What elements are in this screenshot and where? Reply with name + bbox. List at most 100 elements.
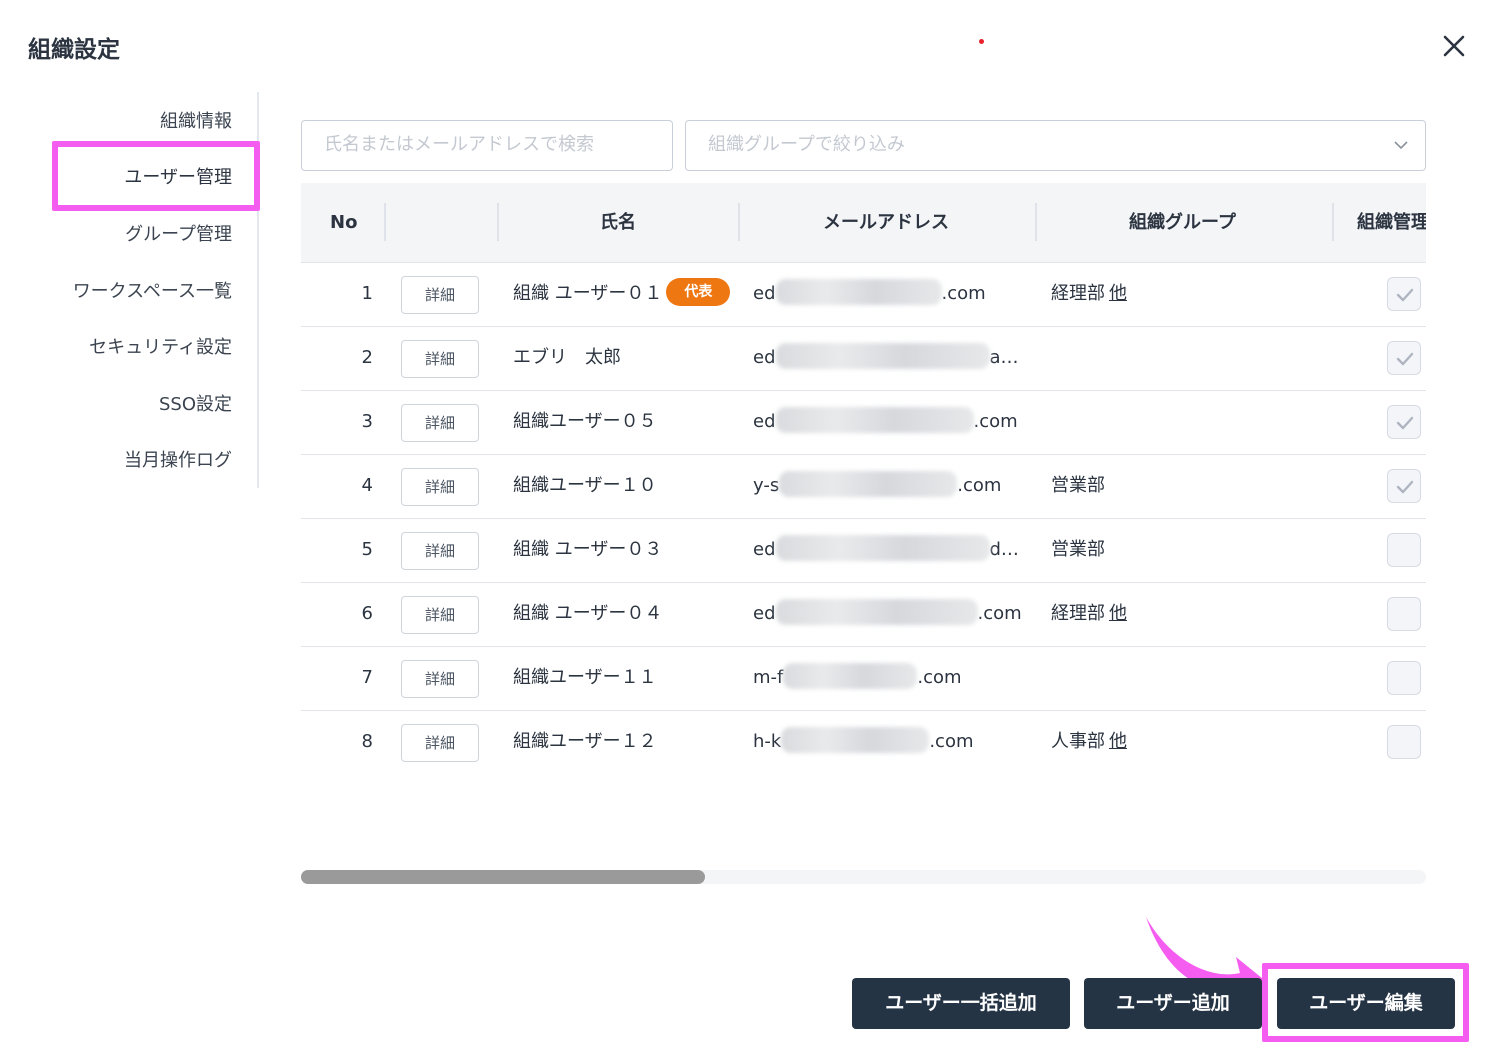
detail-button[interactable]: 詳細 xyxy=(401,404,479,442)
row-group: 営業部 xyxy=(1051,519,1105,581)
group-name: 営業部 xyxy=(1051,475,1105,496)
bulk-add-users-button[interactable]: ユーザー一括追加 xyxy=(852,978,1070,1029)
email-suffix: .com xyxy=(941,283,986,304)
row-email: ed .com xyxy=(753,391,1018,453)
row-name: 組織ユーザー０５ xyxy=(513,411,657,432)
check-icon xyxy=(1396,416,1414,430)
row-email: ed a… xyxy=(753,327,1019,389)
email-prefix: m-f xyxy=(753,667,784,688)
group-name: 経理部 xyxy=(1051,283,1105,304)
admin-checkbox[interactable] xyxy=(1387,341,1421,375)
row-no: 8 xyxy=(361,731,373,752)
table-row: 3 詳細 組織ユーザー０５ ed .com xyxy=(301,391,1426,455)
email-redacted xyxy=(781,727,930,753)
email-prefix: ed xyxy=(753,603,776,624)
table-header: No 氏名 メールアドレス 組織グループ 組織管理 xyxy=(301,183,1426,263)
header-group: 組織グループ xyxy=(1129,212,1236,233)
detail-button[interactable]: 詳細 xyxy=(401,660,479,698)
group-filter-select[interactable]: 組織グループで絞り込み xyxy=(685,120,1426,171)
sidebar-item-monthly-log[interactable]: 当月操作ログ xyxy=(124,441,232,481)
email-prefix: ed xyxy=(753,347,776,368)
header-separator xyxy=(497,203,499,241)
detail-button[interactable]: 詳細 xyxy=(401,276,479,314)
group-other-link[interactable]: 他 xyxy=(1109,731,1127,752)
detail-button[interactable]: 詳細 xyxy=(401,468,479,506)
email-suffix: d… xyxy=(989,539,1019,560)
sidebar-item-workspace-list[interactable]: ワークスペース一覧 xyxy=(73,272,232,312)
admin-checkbox[interactable] xyxy=(1387,469,1421,503)
email-suffix: .com xyxy=(957,475,1002,496)
detail-button[interactable]: 詳細 xyxy=(401,532,479,570)
group-other-link[interactable]: 他 xyxy=(1109,283,1127,304)
search-field[interactable] xyxy=(301,120,673,171)
user-name: 組織 ユーザー０１ xyxy=(513,283,663,304)
row-email: ed d… xyxy=(753,519,1019,581)
close-icon[interactable] xyxy=(1440,32,1468,60)
group-filter-placeholder: 組織グループで絞り込み xyxy=(708,134,905,155)
row-group: 営業部 xyxy=(1051,455,1105,517)
sidebar-item-security[interactable]: セキュリティ設定 xyxy=(89,328,232,368)
add-user-button[interactable]: ユーザー追加 xyxy=(1084,978,1262,1029)
admin-checkbox[interactable] xyxy=(1387,661,1421,695)
sidebar-item-group-management[interactable]: グループ管理 xyxy=(125,215,232,255)
table-row: 5 詳細 組織 ユーザー０３ ed d… 営業部 xyxy=(301,519,1426,583)
row-email: y-s .com xyxy=(753,455,1001,517)
email-suffix: .com xyxy=(973,411,1018,432)
email-suffix: a… xyxy=(989,347,1019,368)
email-suffix: .com xyxy=(977,603,1022,624)
email-redacted xyxy=(779,471,958,497)
user-table: No 氏名 メールアドレス 組織グループ 組織管理 1 詳細 組織 ユーザー０１… xyxy=(301,183,1426,773)
sidebar-item-org-info[interactable]: 組織情報 xyxy=(160,102,232,142)
row-no: 6 xyxy=(361,603,373,624)
row-name: 組織ユーザー１０ xyxy=(513,475,657,496)
header-name: 氏名 xyxy=(600,212,636,233)
header-separator xyxy=(1035,203,1037,241)
row-group: 経理部他 xyxy=(1051,583,1127,645)
dialog-title: 組織設定 xyxy=(28,37,120,63)
row-group: 人事部他 xyxy=(1051,711,1127,773)
row-no: 3 xyxy=(361,411,373,432)
sidebar-item-user-management[interactable]: ユーザー管理 xyxy=(124,158,232,198)
header-no: No xyxy=(330,212,358,233)
check-icon xyxy=(1396,288,1414,302)
row-name: 組織ユーザー１１ xyxy=(513,667,657,688)
row-name: 組織 ユーザー０１ 代表 xyxy=(513,263,731,325)
row-name: エブリ 太郎 xyxy=(513,347,621,368)
row-email: m-f .com xyxy=(753,647,962,709)
row-email: ed .com xyxy=(753,583,1022,645)
row-no: 5 xyxy=(361,539,373,560)
detail-button[interactable]: 詳細 xyxy=(401,724,479,762)
email-prefix: ed xyxy=(753,283,776,304)
admin-checkbox[interactable] xyxy=(1387,405,1421,439)
sidebar-item-sso[interactable]: SSO設定 xyxy=(159,385,232,425)
header-separator xyxy=(384,203,386,241)
admin-checkbox[interactable] xyxy=(1387,725,1421,759)
check-icon xyxy=(1396,352,1414,366)
header-separator xyxy=(738,203,740,241)
email-redacted xyxy=(775,343,990,369)
group-other-link[interactable]: 他 xyxy=(1109,603,1127,624)
row-no: 2 xyxy=(361,347,373,368)
admin-checkbox[interactable] xyxy=(1387,597,1421,631)
settings-sidebar: 組織情報 ユーザー管理 グループ管理 ワークスペース一覧 セキュリティ設定 SS… xyxy=(0,92,260,488)
email-redacted xyxy=(775,599,978,625)
admin-checkbox[interactable] xyxy=(1387,533,1421,567)
chevron-down-icon xyxy=(1394,141,1408,150)
admin-checkbox[interactable] xyxy=(1387,277,1421,311)
group-name: 人事部 xyxy=(1051,731,1105,752)
header-admin: 組織管理 xyxy=(1357,212,1426,233)
table-row: 4 詳細 組織ユーザー１０ y-s .com 営業部 xyxy=(301,455,1426,519)
detail-button[interactable]: 詳細 xyxy=(401,596,479,634)
email-prefix: ed xyxy=(753,539,776,560)
edit-users-button[interactable]: ユーザー編集 xyxy=(1277,978,1455,1029)
horizontal-scrollbar-thumb[interactable] xyxy=(301,870,705,884)
group-name: 経理部 xyxy=(1051,603,1105,624)
search-input[interactable] xyxy=(324,121,650,168)
email-redacted xyxy=(775,535,990,561)
table-row: 6 詳細 組織 ユーザー０４ ed .com 経理部他 xyxy=(301,583,1426,647)
detail-button[interactable]: 詳細 xyxy=(401,340,479,378)
table-row: 8 詳細 組織ユーザー１２ h-k .com 人事部他 xyxy=(301,711,1426,773)
sidebar-active-indicator xyxy=(255,146,259,208)
table-row: 2 詳細 エブリ 太郎 ed a… xyxy=(301,327,1426,391)
row-no: 4 xyxy=(361,475,373,496)
